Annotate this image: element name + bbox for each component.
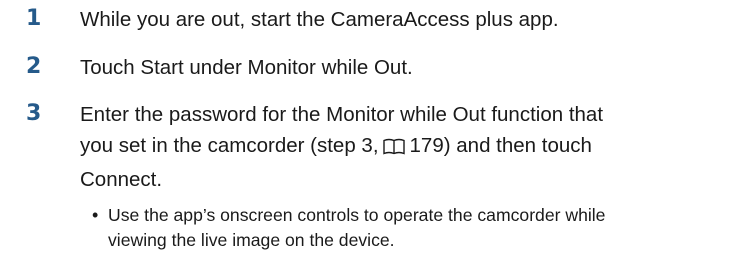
bullet-text-line: Use the app’s onscreen controls to opera… [108, 205, 606, 225]
step-text-line: While you are out, start the CameraAcces… [80, 8, 559, 31]
step-text-line: you set in the camcorder (step 3, 179) an… [80, 130, 720, 164]
bullet-text-line: viewing the live image on the device. [108, 230, 395, 250]
step-text: Enter the password for the Monitor while… [80, 99, 720, 195]
step-text-line: Connect. [80, 168, 163, 191]
step-text-segment: you set in the camcorder (step 3, [80, 134, 379, 157]
step-text-line: Touch Start under Monitor while Out. [80, 56, 413, 79]
step-text: Touch Start under Monitor while Out. [80, 52, 720, 83]
step-text-line: Enter the password for the Monitor while… [80, 103, 604, 126]
book-icon [382, 133, 405, 164]
step-text-segment: ) and then touch [443, 134, 592, 157]
bullet-marker: • [92, 205, 99, 225]
step-text: While you are out, start the CameraAcces… [80, 4, 720, 35]
step-number: 2 [26, 54, 42, 79]
step-number: 3 [26, 101, 42, 126]
page-reference: 179 [409, 134, 444, 157]
bullet-text: Use the app’s onscreen controls to opera… [108, 203, 728, 253]
step-number: 1 [26, 6, 42, 31]
